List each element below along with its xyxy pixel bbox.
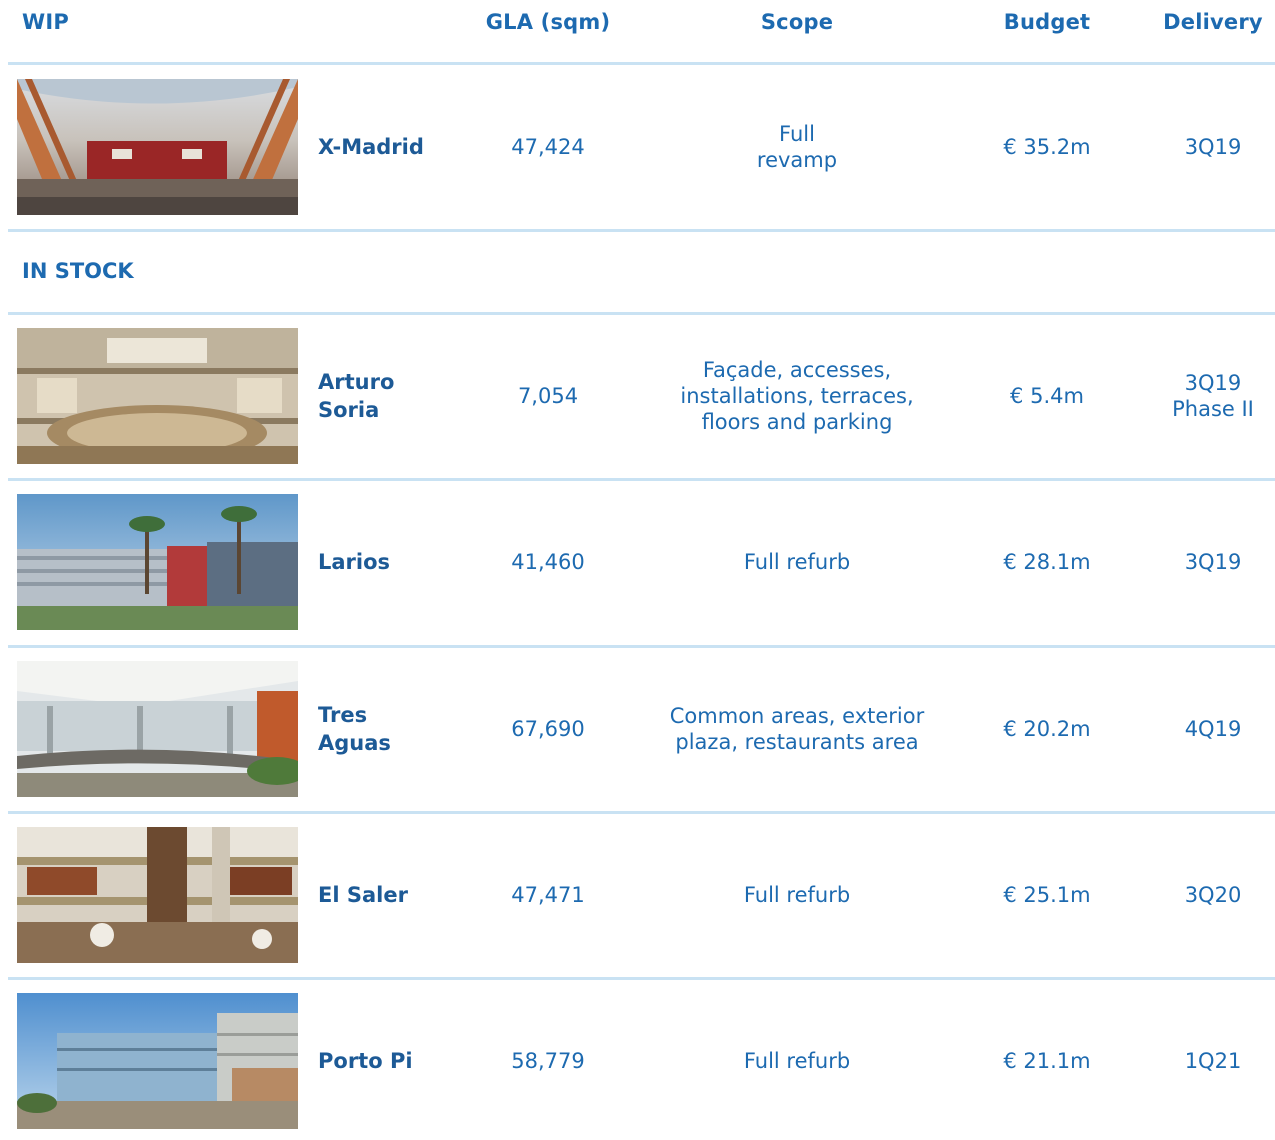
scope-value: Full refurb bbox=[743, 883, 851, 907]
asset-name: Porto Pi bbox=[318, 1049, 413, 1073]
budget-value: € 35.2m bbox=[1003, 135, 1091, 159]
gla-value: 47,471 bbox=[511, 883, 585, 907]
mall-exterior-palms-photo bbox=[17, 494, 298, 630]
scope-column-header: Scope bbox=[760, 10, 834, 34]
delivery-value: 3Q19 bbox=[1184, 135, 1242, 159]
mall-food-court-photo bbox=[17, 827, 298, 963]
table-row: Larios 41,460 Full refurb € 28.1m 3Q19 bbox=[0, 494, 1275, 630]
budget-column-header: Budget bbox=[1003, 10, 1091, 34]
divider bbox=[8, 977, 1275, 980]
budget-value: € 21.1m bbox=[1003, 1049, 1091, 1073]
scope-value: Common areas, exterior plaza, restaurant… bbox=[669, 704, 925, 754]
mall-atrium-photo bbox=[17, 328, 298, 464]
budget-value: € 25.1m bbox=[1003, 883, 1091, 907]
delivery-value: 3Q19 Phase II bbox=[1172, 371, 1254, 421]
asset-name: X-Madrid bbox=[318, 135, 424, 159]
budget-value: € 28.1m bbox=[1003, 550, 1091, 574]
table-row: Arturo Soria 7,054 Façade, accesses, ins… bbox=[0, 328, 1275, 464]
asset-name: Larios bbox=[318, 550, 391, 574]
divider bbox=[8, 312, 1275, 315]
scope-value: Full refurb bbox=[743, 550, 851, 574]
table-row: El Saler 47,471 Full refurb € 25.1m 3Q20 bbox=[0, 827, 1275, 963]
delivery-value: 4Q19 bbox=[1184, 717, 1242, 741]
divider bbox=[8, 811, 1275, 814]
mall-interior-red-photo bbox=[17, 79, 298, 215]
delivery-column-header: Delivery bbox=[1163, 10, 1263, 34]
scope-value: Façade, accesses, installations, terrace… bbox=[680, 358, 914, 434]
delivery-value: 3Q19 bbox=[1184, 550, 1242, 574]
table-row: Porto Pi 58,779 Full refurb € 21.1m 1Q21 bbox=[0, 993, 1275, 1129]
budget-value: € 5.4m bbox=[1010, 384, 1084, 408]
gla-value: 41,460 bbox=[511, 550, 585, 574]
table-row: Tres Aguas 67,690 Common areas, exterior… bbox=[0, 661, 1275, 797]
divider bbox=[8, 645, 1275, 648]
scope-value: Full refurb bbox=[743, 1049, 851, 1073]
budget-value: € 20.2m bbox=[1003, 717, 1091, 741]
divider bbox=[8, 229, 1275, 232]
gla-value: 7,054 bbox=[517, 384, 579, 408]
mall-plaza-canopy-photo bbox=[17, 661, 298, 797]
delivery-value: 1Q21 bbox=[1184, 1049, 1242, 1073]
asset-name: Arturo Soria bbox=[318, 370, 395, 422]
divider bbox=[8, 62, 1275, 65]
divider bbox=[8, 478, 1275, 481]
delivery-value: 3Q20 bbox=[1184, 883, 1242, 907]
scope-value: Full revamp bbox=[756, 122, 838, 172]
asset-name: El Saler bbox=[318, 883, 408, 907]
gla-value: 47,424 bbox=[511, 135, 585, 159]
in-stock-section-label: IN STOCK bbox=[22, 259, 134, 283]
mall-glass-building-photo bbox=[17, 993, 298, 1129]
table-header: WIP GLA (sqm) Scope Budget Delivery bbox=[0, 0, 1275, 48]
gla-column-header: GLA (sqm) bbox=[485, 10, 611, 34]
table-row: X-Madrid 47,424 Full revamp € 35.2m 3Q19 bbox=[0, 79, 1275, 215]
asset-name: Tres Aguas bbox=[318, 703, 391, 755]
wip-section-label: WIP bbox=[22, 10, 69, 34]
gla-value: 58,779 bbox=[511, 1049, 585, 1073]
gla-value: 67,690 bbox=[511, 717, 585, 741]
